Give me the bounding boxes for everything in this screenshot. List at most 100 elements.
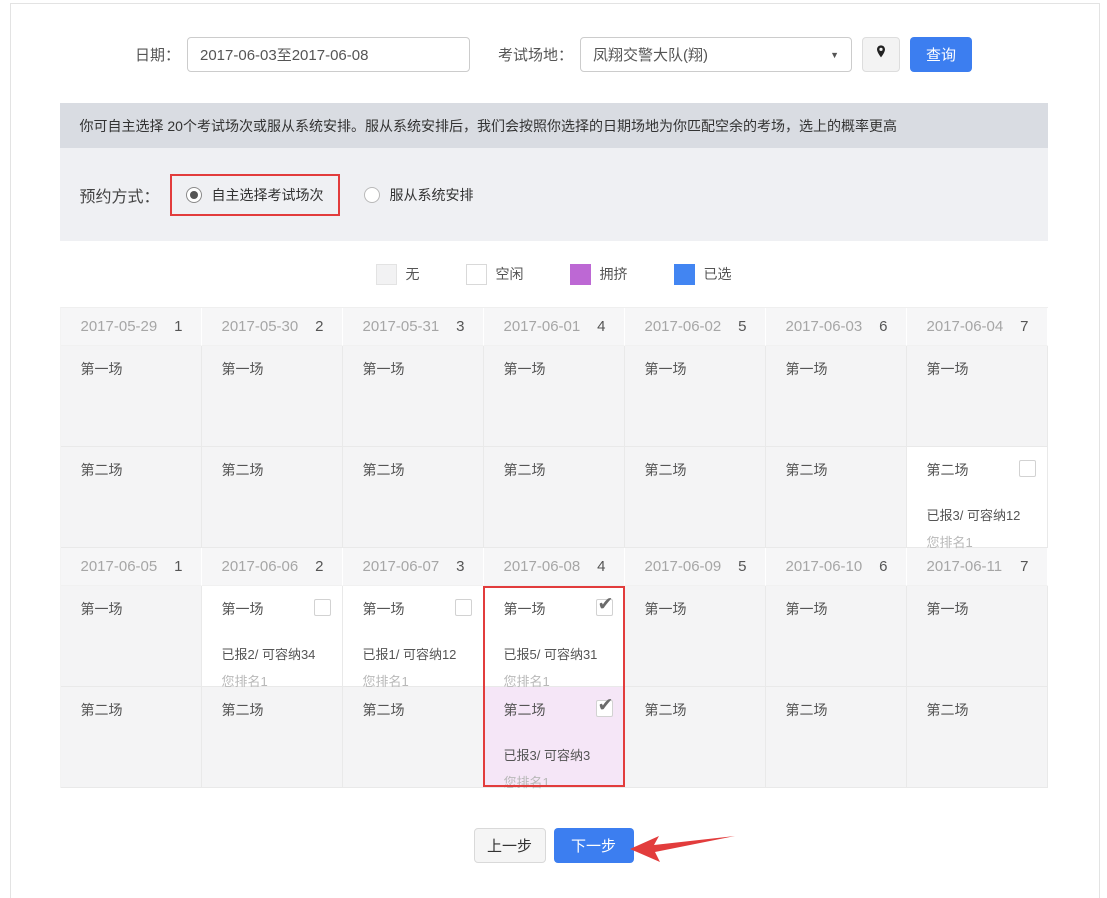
- session-cell-top: 第二场: [927, 700, 1036, 720]
- venue-select[interactable]: 凤翔交警大队(翔) ▼: [580, 37, 852, 72]
- session-checkbox[interactable]: [1018, 460, 1036, 477]
- date-range-input[interactable]: [186, 37, 470, 72]
- booking-option-label: 自主选择考试场次: [211, 186, 324, 203]
- session-cell: 第一场: [624, 586, 766, 687]
- session-cell: 第一场: [483, 346, 625, 447]
- day-date: 2017-05-29: [80, 318, 158, 335]
- session-label: 第二场: [362, 702, 405, 718]
- session-cell: 第一场: [765, 346, 907, 447]
- previous-step-button[interactable]: 上一步: [473, 828, 546, 863]
- date-label: 日期：: [134, 47, 180, 64]
- session-label: 第二场: [503, 462, 546, 478]
- session-checkbox[interactable]: [595, 593, 613, 616]
- day-date: 2017-06-02: [644, 318, 722, 335]
- session-cell: 第二场: [201, 687, 343, 788]
- footer: 上一步 下一步: [60, 828, 1048, 863]
- day-number: 1: [174, 318, 183, 335]
- day-header: 2017-06-02 5: [624, 308, 766, 346]
- session-cell: 第二场: [765, 687, 907, 788]
- day-date: 2017-06-10: [785, 558, 863, 575]
- session-cell: 第二场: [60, 687, 202, 788]
- session-label: 第二场: [644, 462, 687, 478]
- session-cell: 第二场: [624, 687, 766, 788]
- session-cell-top: 第二场: [222, 700, 331, 720]
- calendar: 2017-05-29 1 2017-05-30 2 2017-05-31 3 2017-06…: [59, 307, 1048, 790]
- session-label: 第一场: [221, 601, 264, 617]
- session-checkbox[interactable]: [595, 694, 613, 717]
- booking-option-1[interactable]: 服从系统安排: [348, 174, 490, 216]
- legend-label: 无: [405, 266, 420, 282]
- session-cell-top: 第一场: [81, 359, 190, 379]
- session-cell: 第二场: [342, 687, 484, 788]
- session-cell-top: 第一场: [503, 593, 614, 619]
- session-cell-top: 第一场: [363, 599, 472, 619]
- session-cell-top: 第二场: [222, 460, 331, 480]
- session-cell: 第一场: [765, 586, 907, 687]
- day-number: 3: [456, 318, 465, 335]
- day-header: 2017-06-06 2: [201, 548, 343, 586]
- session-label: 第一场: [644, 601, 687, 617]
- radio-icon[interactable]: [363, 186, 380, 203]
- session-cell[interactable]: 第一场 已报1/ 可容纳12 您排名1: [342, 586, 484, 689]
- session-stats: 已报3/ 可容纳3: [503, 748, 591, 763]
- day-header: 2017-06-05 1: [60, 548, 202, 586]
- day-number: 2: [315, 318, 324, 335]
- main-content: 日期： 考试场地： 凤翔交警大队(翔) ▼ 查询 你可自主选择 20个考试场次或…: [59, 0, 1048, 863]
- session-stats: 已报5/ 可容纳31: [503, 647, 598, 662]
- legend-item: 拥挤: [569, 263, 628, 285]
- session-label: 第一场: [221, 361, 264, 377]
- session-label: 第二场: [926, 462, 969, 478]
- session-cell-top: 第二场: [645, 700, 754, 720]
- session-cell[interactable]: 第一场 已报2/ 可容纳34 您排名1: [201, 586, 343, 689]
- booking-option-label: 服从系统安排: [389, 186, 474, 203]
- session-checkbox[interactable]: [454, 599, 472, 616]
- session-cell: 第一场: [60, 586, 202, 687]
- legend-swatch: [375, 263, 397, 285]
- legend-item: 空闲: [465, 263, 524, 285]
- session-cell[interactable]: 第一场已报5/ 可容纳31您排名1: [482, 586, 625, 689]
- notice-banner: 你可自主选择 20个考试场次或服从系统安排。服从系统安排后，我们会按照你选择的日…: [59, 103, 1048, 148]
- session-label: 第二场: [644, 702, 687, 718]
- session-cell-top: 第一场: [363, 359, 472, 379]
- venue-label: 考试场地：: [497, 47, 573, 64]
- legend: 无 空闲 拥挤 已选: [59, 241, 1048, 307]
- day-header: 2017-06-10 6: [765, 548, 907, 586]
- session-label: 第二场: [785, 462, 828, 478]
- session-label: 第二场: [785, 702, 828, 718]
- session-label: 第一场: [785, 361, 828, 377]
- session-cell: 第一场: [624, 346, 766, 447]
- location-button[interactable]: [862, 37, 900, 72]
- booking-method-label: 预约方式：: [79, 188, 160, 206]
- session-cell-top: 第一场: [786, 599, 895, 619]
- venue-group: 考试场地： 凤翔交警大队(翔) ▼: [498, 37, 852, 72]
- session-cell-top: 第一场: [222, 599, 331, 619]
- session-cell-top: 第二场: [81, 700, 190, 720]
- session-cell-top: 第二场: [504, 460, 613, 480]
- query-button[interactable]: 查询: [910, 37, 973, 72]
- venue-select-value: 凤翔交警大队(翔): [593, 47, 708, 64]
- day-header: 2017-05-29 1: [60, 308, 202, 346]
- day-number: 5: [738, 318, 747, 335]
- calendar-week-2: 2017-06-05 1 2017-06-06 2 2017-06-07 3 2017-06…: [60, 548, 1048, 790]
- session-stats: 已报3/ 可容纳12: [926, 508, 1021, 523]
- red-arrow-annotation-icon: [629, 836, 735, 862]
- day-number: 4: [597, 318, 606, 335]
- session-label: 第一场: [503, 601, 546, 617]
- session-cell[interactable]: 第二场已报3/ 可容纳3 您排名1: [482, 686, 625, 790]
- day-header: 2017-05-31 3: [342, 308, 484, 346]
- session-label: 第二场: [80, 702, 123, 718]
- booking-option-0[interactable]: 自主选择考试场次: [169, 173, 340, 216]
- day-date: 2017-06-11: [926, 558, 1003, 575]
- session-checkbox[interactable]: [313, 599, 331, 616]
- session-cell-top: 第一场: [222, 359, 331, 379]
- session-cell: 第二场: [342, 447, 484, 548]
- session-cell[interactable]: 第二场 已报3/ 可容纳12 您排名1: [906, 447, 1048, 550]
- legend-label: 空闲: [495, 266, 524, 282]
- session-label: 第一场: [80, 601, 123, 617]
- next-step-button[interactable]: 下一步: [553, 828, 634, 863]
- legend-swatch: [465, 263, 487, 285]
- day-date: 2017-06-07: [362, 558, 440, 575]
- radio-icon[interactable]: [185, 186, 202, 203]
- session-label: 第一场: [785, 601, 828, 617]
- session-cell: 第二场: [624, 447, 766, 548]
